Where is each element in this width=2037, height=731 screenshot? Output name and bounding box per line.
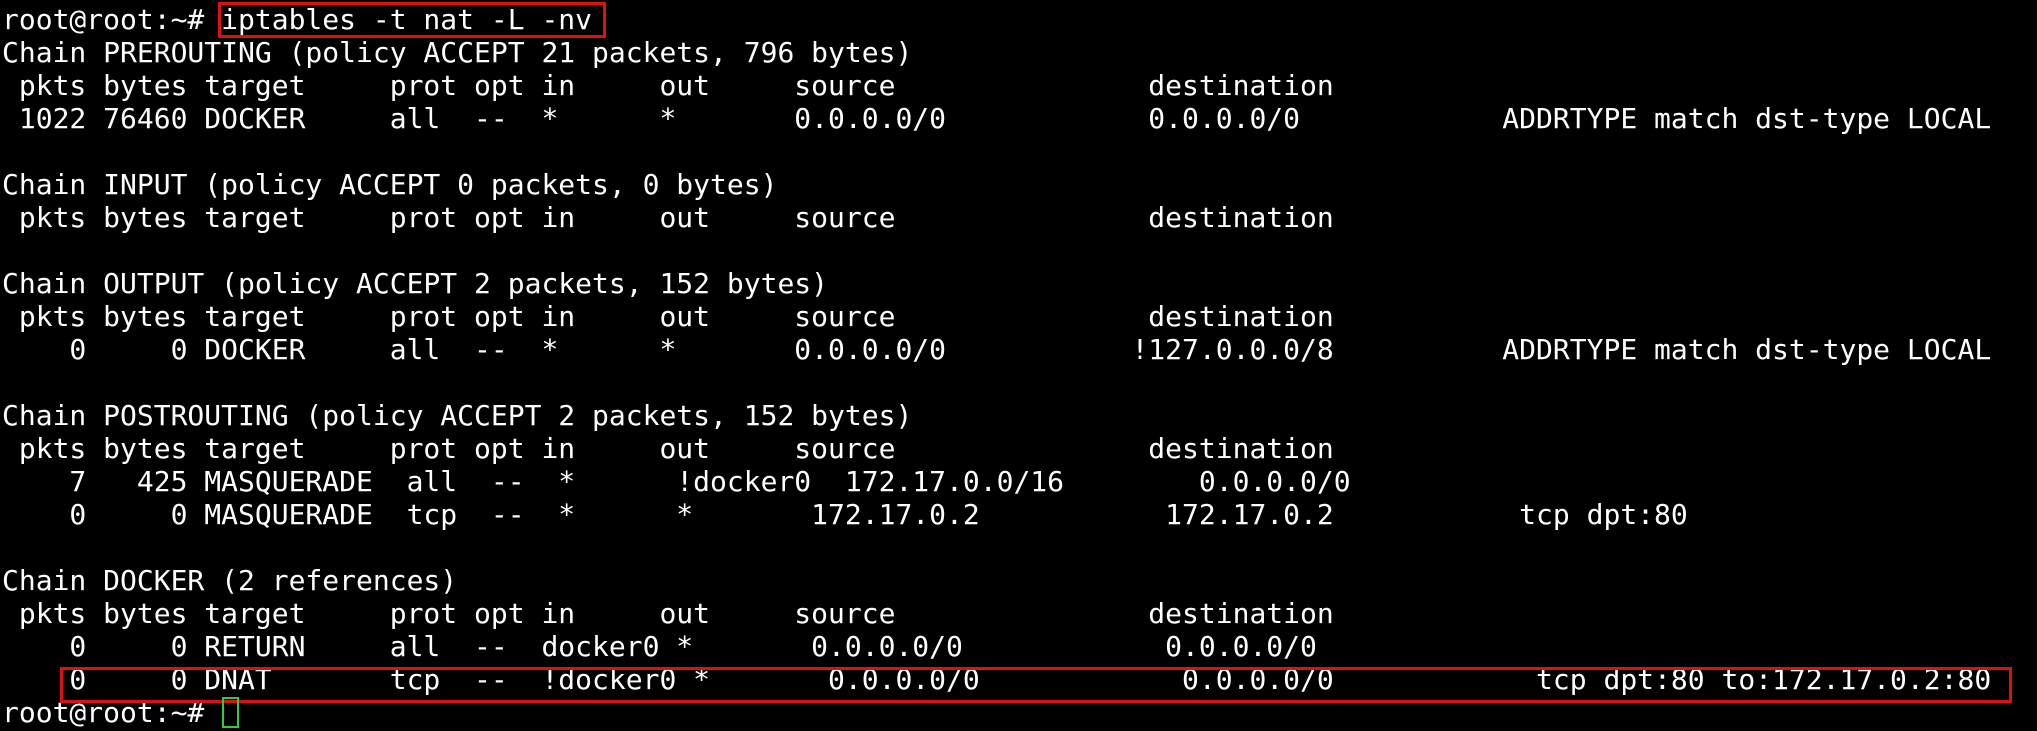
- terminal-line: Chain OUTPUT (policy ACCEPT 2 packets, 1…: [2, 267, 829, 300]
- terminal-line: Chain INPUT (policy ACCEPT 0 packets, 0 …: [2, 168, 778, 201]
- terminal-line: 0 0 MASQUERADE tcp -- * * 172.17.0.2 172…: [2, 498, 1688, 531]
- dnat-row-highlight-box: [60, 667, 2012, 703]
- terminal-line: pkts bytes target prot opt in out source…: [2, 201, 1334, 234]
- terminal-window[interactable]: root@root:~# iptables -t nat -L -nv Chai…: [0, 0, 2037, 731]
- terminal-line: Chain PREROUTING (policy ACCEPT 21 packe…: [2, 36, 913, 69]
- terminal-line: 7 425 MASQUERADE all -- * !docker0 172.1…: [2, 465, 1351, 498]
- terminal-line: Chain POSTROUTING (policy ACCEPT 2 packe…: [2, 399, 913, 432]
- terminal-line: pkts bytes target prot opt in out source…: [2, 69, 1334, 102]
- terminal-line: 0 0 DOCKER all -- * * 0.0.0.0/0 !127.0.0…: [2, 333, 1992, 366]
- terminal-line: pkts bytes target prot opt in out source…: [2, 432, 1334, 465]
- command-highlight-box: [218, 2, 606, 38]
- terminal-line: 1022 76460 DOCKER all -- * * 0.0.0.0/0 0…: [2, 102, 1992, 135]
- terminal-cursor: [222, 697, 239, 728]
- terminal-line: 0 0 RETURN all -- docker0 * 0.0.0.0/0 0.…: [2, 630, 1317, 663]
- terminal-line: pkts bytes target prot opt in out source…: [2, 300, 1334, 333]
- terminal-line: pkts bytes target prot opt in out source…: [2, 597, 1334, 630]
- terminal-line: Chain DOCKER (2 references): [2, 564, 458, 597]
